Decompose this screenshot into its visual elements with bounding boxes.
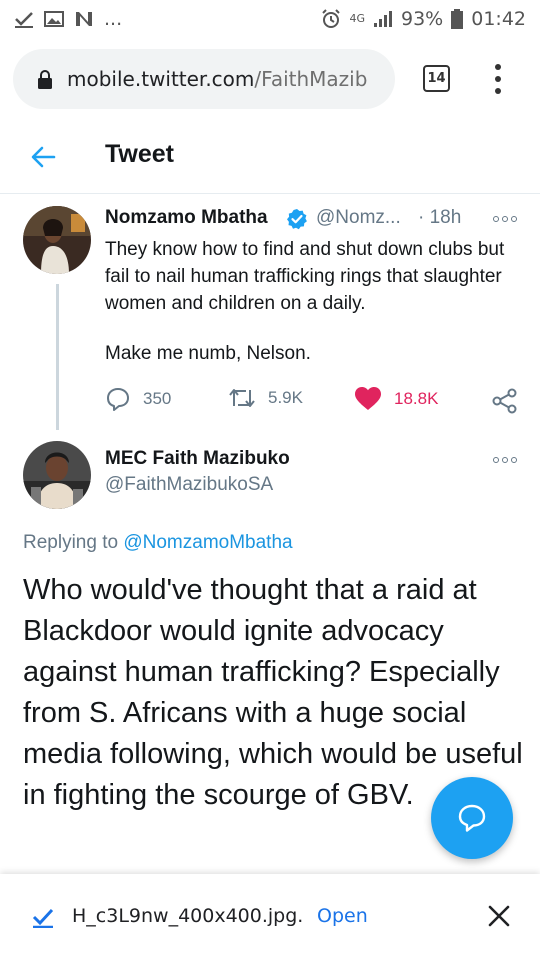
reply-bubble-icon [458,804,486,832]
retweet-count: 5.9K [268,388,303,407]
check-icon [15,12,33,28]
image-icon [44,11,64,27]
signal-icon [374,11,392,27]
share-icon[interactable] [492,388,518,414]
reply-author-handle[interactable]: @FaithMazibukoSA [105,474,273,496]
replying-to-mention[interactable]: @NomzamoMbatha [123,532,292,553]
open-download-button[interactable]: Open [317,905,368,927]
download-bar: H_c3L9nw_400x400.jpg. Open [0,874,540,960]
url-bar[interactable]: mobile.twitter.com/FaithMazib [13,49,395,109]
replying-to-label: Replying to [23,532,119,553]
like-button[interactable]: 18.8K [354,386,438,412]
battery-percentage: 93% [401,8,444,30]
url-text: mobile.twitter.com/FaithMazib [67,67,368,91]
reply-icon [107,388,129,411]
avatar-faith-mazibuko[interactable] [23,441,91,509]
page-title: Tweet [105,140,174,168]
author-name[interactable]: Nomzamo Mbatha [105,207,268,229]
reply-author-name[interactable]: MEC Faith Mazibuko [105,448,290,470]
tweet-text: They know how to find and shut down club… [105,239,505,314]
browser-menu-icon[interactable] [488,64,508,94]
heart-filled-icon [355,387,381,410]
tweet-text-line2: Make me numb, Nelson. [105,343,311,364]
browser-toolbar: mobile.twitter.com/FaithMazib 14 [0,38,540,120]
reply-button[interactable]: 350 [105,386,171,412]
more-notifications-indicator: ... [104,8,123,30]
verified-badge-icon [287,209,307,230]
status-bar: ... 4G 93% 01:42 [0,0,540,38]
network-type: 4G [349,12,365,25]
close-icon[interactable] [487,904,511,928]
retweet-button[interactable]: 5.9K [228,386,303,410]
author-handle[interactable]: @Nomz... [316,207,401,229]
download-complete-icon [32,908,54,928]
tweet-page-header: Tweet [0,120,540,194]
retweet-icon [229,389,255,407]
compose-reply-button[interactable] [431,777,513,859]
n-icon [76,12,92,26]
back-arrow-icon[interactable] [30,144,56,170]
lock-icon [38,70,52,89]
more-options-icon[interactable] [493,214,517,224]
alarm-icon [322,9,341,28]
clock: 01:42 [471,8,526,30]
avatar-nomzamo[interactable] [23,206,91,274]
tab-switcher-button[interactable]: 14 [423,65,450,92]
reply-tweet-text: Who would've thought that a raid at Blac… [23,574,523,811]
like-count: 18.8K [394,389,439,408]
battery-icon [451,9,464,29]
replying-to-line: Replying to @NomzamoMbatha [23,532,293,554]
downloaded-filename: H_c3L9nw_400x400.jpg. [72,905,304,927]
tweet-actions: 350 5.9K 18.8K [0,386,540,416]
tweet-time[interactable]: · 18h [418,207,461,229]
reply-count: 350 [143,389,172,408]
reply-more-options-icon[interactable] [493,455,517,465]
